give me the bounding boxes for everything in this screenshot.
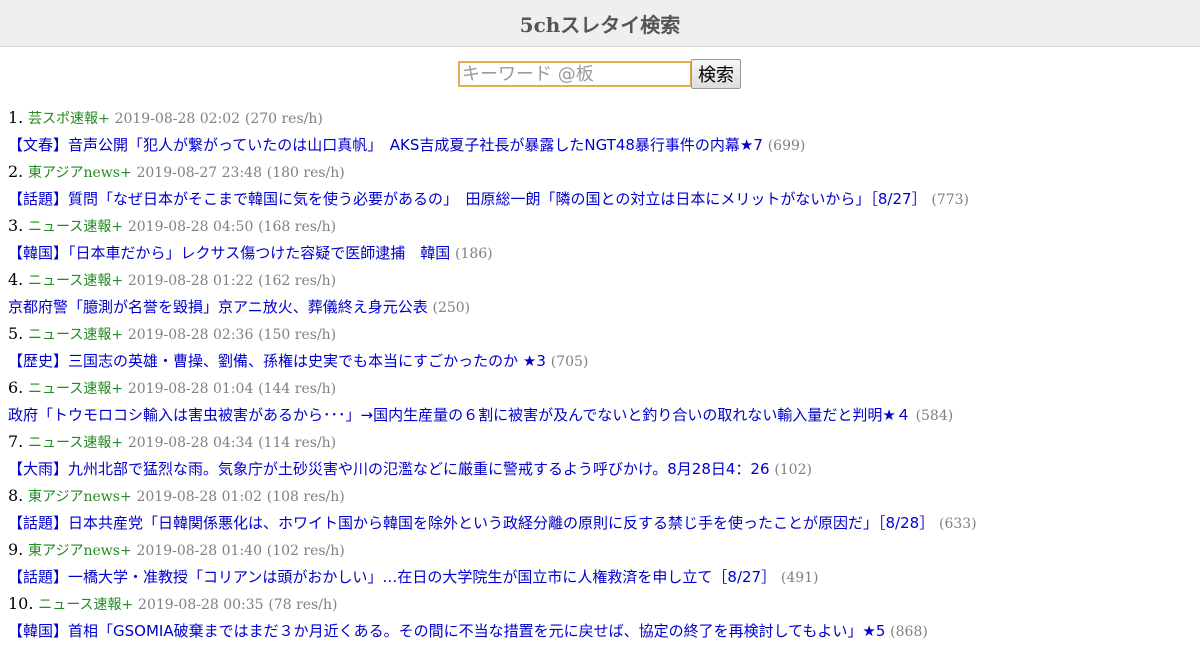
result-rate: (162 res/h) (258, 273, 337, 289)
result-item: 7. ニュース速報+ 2019-08-28 04:34 (114 res/h) … (8, 430, 1192, 484)
result-count: (250) (432, 300, 471, 316)
result-rank: 6. (8, 378, 24, 397)
result-title-link[interactable]: 【話題】日本共産党「日韓関係悪化は、ホワイト国から韓国を除外という政経分離の原則… (8, 514, 934, 532)
result-title-row: 京都府警「臆測が名誉を毀損」京アニ放火、葬儀終え身元公表 (250) (8, 295, 1192, 322)
result-rank: 7. (8, 432, 24, 451)
result-title-link[interactable]: 【大雨】九州北部で猛烈な雨。気象庁が土砂災害や川の氾濫などに厳重に警戒するよう呼… (8, 460, 770, 478)
result-rate: (270 res/h) (244, 111, 323, 127)
result-item: 5. ニュース速報+ 2019-08-28 02:36 (150 res/h) … (8, 322, 1192, 376)
result-item: 1. 芸スポ速報+ 2019-08-28 02:02 (270 res/h) 【… (8, 106, 1192, 160)
result-title-row: 【話題】一橋大学・准教授「コリアンは頭がおかしい」…在日の大学院生が国立市に人権… (8, 565, 1192, 592)
result-count: (868) (890, 624, 928, 640)
result-title-link[interactable]: 【文春】音声公開「犯人が繋がっていたのは山口真帆」 AKS吉成夏子社長が暴露した… (8, 136, 763, 154)
result-board: 東アジアnews+ (28, 489, 132, 505)
result-item: 2. 東アジアnews+ 2019-08-27 23:48 (180 res/h… (8, 160, 1192, 214)
result-date: 2019-08-28 01:04 (127, 381, 254, 397)
result-rank: 1. (8, 108, 24, 127)
result-rank: 10. (8, 594, 34, 613)
result-meta: 9. 東アジアnews+ 2019-08-28 01:40 (102 res/h… (8, 538, 1192, 565)
result-title-link[interactable]: 【話題】一橋大学・准教授「コリアンは頭がおかしい」…在日の大学院生が国立市に人権… (8, 568, 776, 586)
result-rank: 4. (8, 270, 24, 289)
result-title-row: 【話題】日本共産党「日韓関係悪化は、ホワイト国から韓国を除外という政経分離の原則… (8, 511, 1192, 538)
result-date: 2019-08-28 04:34 (127, 435, 254, 451)
result-title-link[interactable]: 京都府警「臆測が名誉を毀損」京アニ放火、葬儀終え身元公表 (8, 298, 428, 316)
result-rate: (108 res/h) (266, 489, 345, 505)
result-board: 東アジアnews+ (28, 165, 132, 181)
result-date: 2019-08-27 23:48 (136, 165, 262, 181)
result-title-link[interactable]: 政府「トウモロコシ輸入は害虫被害があるから･･･」→国内生産量の６割に被害が及ん… (8, 406, 911, 424)
result-item: 3. ニュース速報+ 2019-08-28 04:50 (168 res/h) … (8, 214, 1192, 268)
result-rate: (150 res/h) (258, 327, 337, 343)
result-count: (102) (774, 462, 812, 478)
result-rank: 8. (8, 486, 24, 505)
result-rank: 9. (8, 540, 24, 559)
result-rank: 5. (8, 324, 24, 343)
result-date: 2019-08-28 01:22 (127, 273, 254, 289)
result-rate: (114 res/h) (258, 435, 337, 451)
result-item: 8. 東アジアnews+ 2019-08-28 01:02 (108 res/h… (8, 484, 1192, 538)
result-item: 6. ニュース速報+ 2019-08-28 01:04 (144 res/h) … (8, 376, 1192, 430)
result-count: (491) (780, 570, 819, 586)
result-board: 東アジアnews+ (28, 543, 132, 559)
search-input[interactable] (458, 61, 692, 87)
result-title-link[interactable]: 【韓国】首相「GSOMIA破棄まではまだ３か月近くある。その間に不当な措置を元に… (8, 622, 885, 640)
result-board: ニュース速報+ (28, 381, 124, 397)
page-title: 5chスレタイ検索 (519, 12, 681, 37)
result-meta: 6. ニュース速報+ 2019-08-28 01:04 (144 res/h) (8, 376, 1192, 403)
result-title-row: 【韓国】「日本車だから」レクサス傷つけた容疑で医師逮捕 韓国 (186) (8, 241, 1192, 268)
result-date: 2019-08-28 01:02 (136, 489, 262, 505)
result-item: 4. ニュース速報+ 2019-08-28 01:22 (162 res/h) … (8, 268, 1192, 322)
result-count: (705) (550, 354, 589, 370)
result-count: (773) (931, 192, 969, 208)
search-form: 検索 (0, 59, 1200, 89)
result-rate: (102 res/h) (266, 543, 345, 559)
result-date: 2019-08-28 00:35 (138, 597, 264, 613)
result-title-row: 【大雨】九州北部で猛烈な雨。気象庁が土砂災害や川の氾濫などに厳重に警戒するよう呼… (8, 457, 1192, 484)
result-title-link[interactable]: 【韓国】「日本車だから」レクサス傷つけた容疑で医師逮捕 韓国 (8, 244, 450, 262)
result-title-link[interactable]: 【歴史】三国志の英雄・曹操、劉備、孫権は史実でも本当にすごかったのか ★3 (8, 352, 546, 370)
result-date: 2019-08-28 02:02 (114, 111, 241, 127)
result-board: ニュース速報+ (28, 219, 124, 235)
result-count: (186) (455, 246, 493, 262)
result-rate: (144 res/h) (258, 381, 337, 397)
result-count: (699) (767, 138, 806, 154)
result-title-row: 【文春】音声公開「犯人が繋がっていたのは山口真帆」 AKS吉成夏子社長が暴露した… (8, 133, 1192, 160)
result-item: 10. ニュース速報+ 2019-08-28 00:35 (78 res/h) … (8, 592, 1192, 646)
result-meta: 4. ニュース速報+ 2019-08-28 01:22 (162 res/h) (8, 268, 1192, 295)
result-count: (584) (915, 408, 954, 424)
result-meta: 3. ニュース速報+ 2019-08-28 04:50 (168 res/h) (8, 214, 1192, 241)
result-date: 2019-08-28 01:40 (136, 543, 262, 559)
result-rank: 2. (8, 162, 24, 181)
result-meta: 1. 芸スポ速報+ 2019-08-28 02:02 (270 res/h) (8, 106, 1192, 133)
result-item: 9. 東アジアnews+ 2019-08-28 01:40 (102 res/h… (8, 538, 1192, 592)
result-count: (633) (938, 516, 977, 532)
result-meta: 10. ニュース速報+ 2019-08-28 00:35 (78 res/h) (8, 592, 1192, 619)
result-meta: 2. 東アジアnews+ 2019-08-27 23:48 (180 res/h… (8, 160, 1192, 187)
result-board: ニュース速報+ (28, 273, 124, 289)
result-rate: (168 res/h) (258, 219, 337, 235)
result-rate: (78 res/h) (268, 597, 338, 613)
result-meta: 5. ニュース速報+ 2019-08-28 02:36 (150 res/h) (8, 322, 1192, 349)
result-board: 芸スポ速報+ (28, 111, 110, 127)
result-title-link[interactable]: 【話題】質問「なぜ日本がそこまで韓国に気を使う必要があるの」 田原総一朗「隣の国… (8, 190, 927, 208)
result-rank: 3. (8, 216, 24, 235)
result-board: ニュース速報+ (28, 435, 124, 451)
search-button[interactable]: 検索 (691, 59, 741, 89)
result-meta: 8. 東アジアnews+ 2019-08-28 01:02 (108 res/h… (8, 484, 1192, 511)
result-title-row: 【韓国】首相「GSOMIA破棄まではまだ３か月近くある。その間に不当な措置を元に… (8, 619, 1192, 646)
result-date: 2019-08-28 02:36 (127, 327, 254, 343)
result-title-row: 【歴史】三国志の英雄・曹操、劉備、孫権は史実でも本当にすごかったのか ★3 (7… (8, 349, 1192, 376)
site-header: 5chスレタイ検索 (0, 0, 1200, 47)
result-rate: (180 res/h) (266, 165, 345, 181)
result-meta: 7. ニュース速報+ 2019-08-28 04:34 (114 res/h) (8, 430, 1192, 457)
results-list: 1. 芸スポ速報+ 2019-08-28 02:02 (270 res/h) 【… (8, 106, 1192, 646)
result-title-row: 【話題】質問「なぜ日本がそこまで韓国に気を使う必要があるの」 田原総一朗「隣の国… (8, 187, 1192, 214)
result-date: 2019-08-28 04:50 (127, 219, 254, 235)
result-board: ニュース速報+ (38, 597, 134, 613)
result-board: ニュース速報+ (28, 327, 124, 343)
result-title-row: 政府「トウモロコシ輸入は害虫被害があるから･･･」→国内生産量の６割に被害が及ん… (8, 403, 1192, 430)
